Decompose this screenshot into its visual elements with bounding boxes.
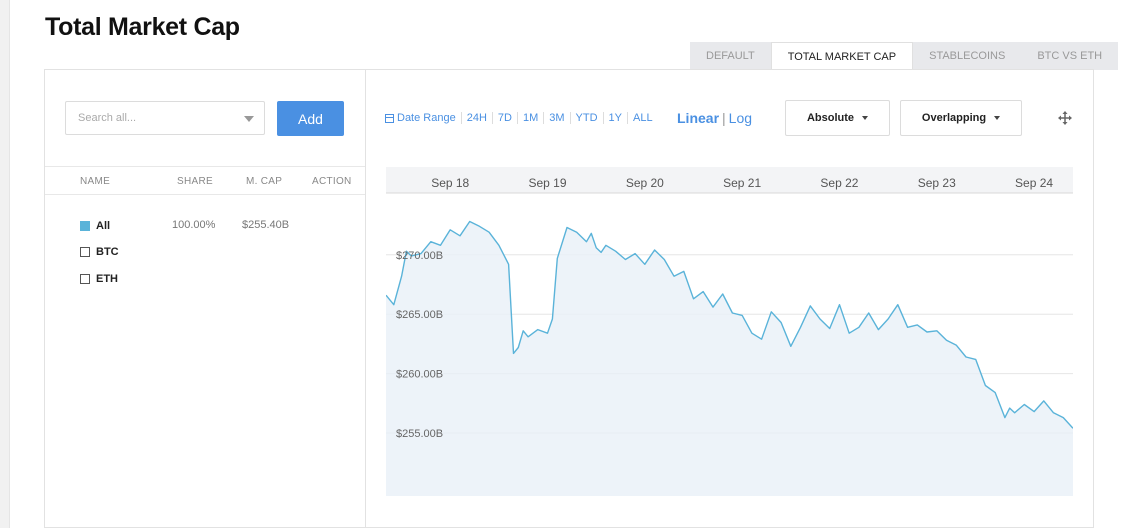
search-input[interactable] — [76, 111, 230, 125]
x-tick-label: Sep 19 — [529, 176, 567, 190]
overlapping-label: Overlapping — [921, 112, 987, 124]
scale-separator: | — [722, 110, 726, 126]
range-1y[interactable]: 1Y — [602, 112, 627, 124]
scale-toggle: Linear | Log — [677, 110, 752, 126]
y-tick-label: $255.00B — [396, 428, 443, 440]
asset-name: ETH — [96, 273, 118, 285]
page-title: Total Market Cap — [45, 13, 240, 41]
caret-down-icon — [862, 116, 869, 120]
table-row[interactable]: All — [80, 218, 110, 234]
chart-svg[interactable]: $270.00B $265.00B $260.00B $255.00B Sep 18 Se… — [385, 167, 1074, 496]
divider — [45, 166, 365, 167]
table-row[interactable]: ETH — [80, 271, 118, 287]
page-scrollbar[interactable] — [0, 0, 10, 528]
absolute-label: Absolute — [806, 112, 855, 124]
date-range-selector: Date Range 24H 7D 1M 3M YTD 1Y ALL — [385, 112, 658, 124]
x-tick-label: Sep 23 — [918, 176, 956, 190]
divider — [45, 194, 365, 195]
column-header-action: ACTION — [312, 176, 352, 187]
range-24h[interactable]: 24H — [460, 112, 492, 124]
scale-log[interactable]: Log — [729, 110, 752, 126]
range-1m[interactable]: 1M — [516, 112, 543, 124]
tab-stablecoins[interactable]: STABLECOINS — [913, 42, 1022, 70]
chevron-down-icon[interactable] — [244, 116, 254, 122]
asset-name: All — [96, 220, 111, 232]
range-all[interactable]: ALL — [627, 112, 658, 124]
table-row[interactable]: BTC — [80, 244, 119, 260]
column-header-share: SHARE — [177, 176, 213, 187]
range-ytd[interactable]: YTD — [569, 112, 603, 124]
chart-area: Date Range 24H 7D 1M 3M YTD 1Y ALL Linea… — [366, 70, 1093, 527]
x-tick-label: Sep 22 — [820, 176, 858, 190]
overlapping-dropdown[interactable]: Overlapping — [900, 100, 1022, 136]
y-tick-label: $265.00B — [396, 309, 443, 321]
x-tick-label: Sep 21 — [723, 176, 761, 190]
move-icon[interactable] — [1058, 111, 1072, 125]
tab-btc-vs-eth[interactable]: BTC VS ETH — [1021, 42, 1119, 70]
scale-linear[interactable]: Linear — [677, 110, 719, 126]
add-button[interactable]: Add — [277, 101, 344, 136]
tab-total-market-cap[interactable]: TOTAL MARKET CAP — [770, 42, 914, 71]
y-tick-label: $270.00B — [396, 250, 443, 262]
x-tick-label: Sep 24 — [1015, 176, 1053, 190]
range-3m[interactable]: 3M — [543, 112, 569, 124]
search-select[interactable] — [65, 101, 265, 135]
checkbox-btc[interactable] — [80, 247, 90, 257]
scrollbar-thumb[interactable] — [2, 0, 7, 528]
date-range-button[interactable]: Date Range — [385, 112, 461, 124]
calendar-icon — [385, 113, 394, 123]
absolute-dropdown[interactable]: Absolute — [785, 100, 890, 136]
range-7d[interactable]: 7D — [491, 112, 517, 124]
date-range-label: Date Range — [397, 112, 456, 124]
checkbox-eth[interactable] — [80, 274, 90, 284]
checkbox-all[interactable] — [80, 221, 90, 231]
share-value: 100.00% — [172, 219, 216, 231]
x-tick-label: Sep 18 — [431, 176, 469, 190]
column-header-mcap: M. CAP — [246, 176, 283, 187]
y-tick-label: $260.00B — [396, 369, 443, 381]
asset-sidebar: Add NAME SHARE M. CAP ACTION All 100.00%… — [45, 70, 366, 527]
market-cap-chart[interactable]: $270.00B $265.00B $260.00B $255.00B Sep 18 Se… — [385, 167, 1074, 496]
mcap-value: $255.40B — [242, 219, 290, 231]
column-header-name: NAME — [80, 176, 111, 187]
x-tick-label: Sep 20 — [626, 176, 664, 190]
view-tabs: DEFAULT TOTAL MARKET CAP STABLECOINS BTC… — [690, 42, 1119, 71]
tab-default[interactable]: DEFAULT — [690, 42, 771, 70]
asset-name: BTC — [96, 246, 119, 258]
main-panel: Add NAME SHARE M. CAP ACTION All 100.00%… — [44, 69, 1094, 528]
caret-down-icon — [994, 116, 1001, 120]
